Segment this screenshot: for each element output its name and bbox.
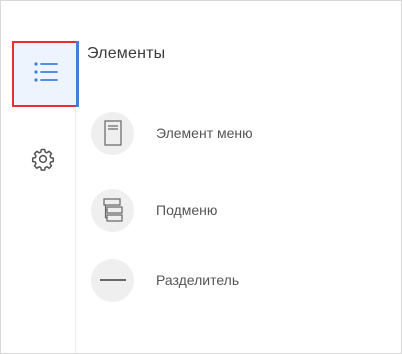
- submenu-icon: [91, 188, 134, 232]
- active-tab-indicator: [76, 41, 79, 107]
- menu-item-label: Элемент меню: [156, 125, 253, 141]
- separator-element[interactable]: Разделитель: [91, 258, 239, 302]
- submenu-element[interactable]: Подменю: [91, 188, 217, 232]
- separator-icon: [91, 258, 134, 302]
- submenu-label: Подменю: [156, 202, 218, 218]
- editor-panel: Элементы Элемент меню Подменю Разделител…: [0, 0, 402, 354]
- elements-tab-button[interactable]: [12, 41, 79, 107]
- list-icon: [33, 61, 59, 88]
- menu-item-element[interactable]: Элемент меню: [91, 111, 253, 155]
- menu-item-icon: [91, 111, 134, 155]
- gear-icon: [31, 147, 55, 176]
- settings-tab-button[interactable]: [23, 141, 63, 181]
- separator-label: Разделитель: [156, 272, 240, 288]
- panel-title: Элементы: [87, 45, 166, 62]
